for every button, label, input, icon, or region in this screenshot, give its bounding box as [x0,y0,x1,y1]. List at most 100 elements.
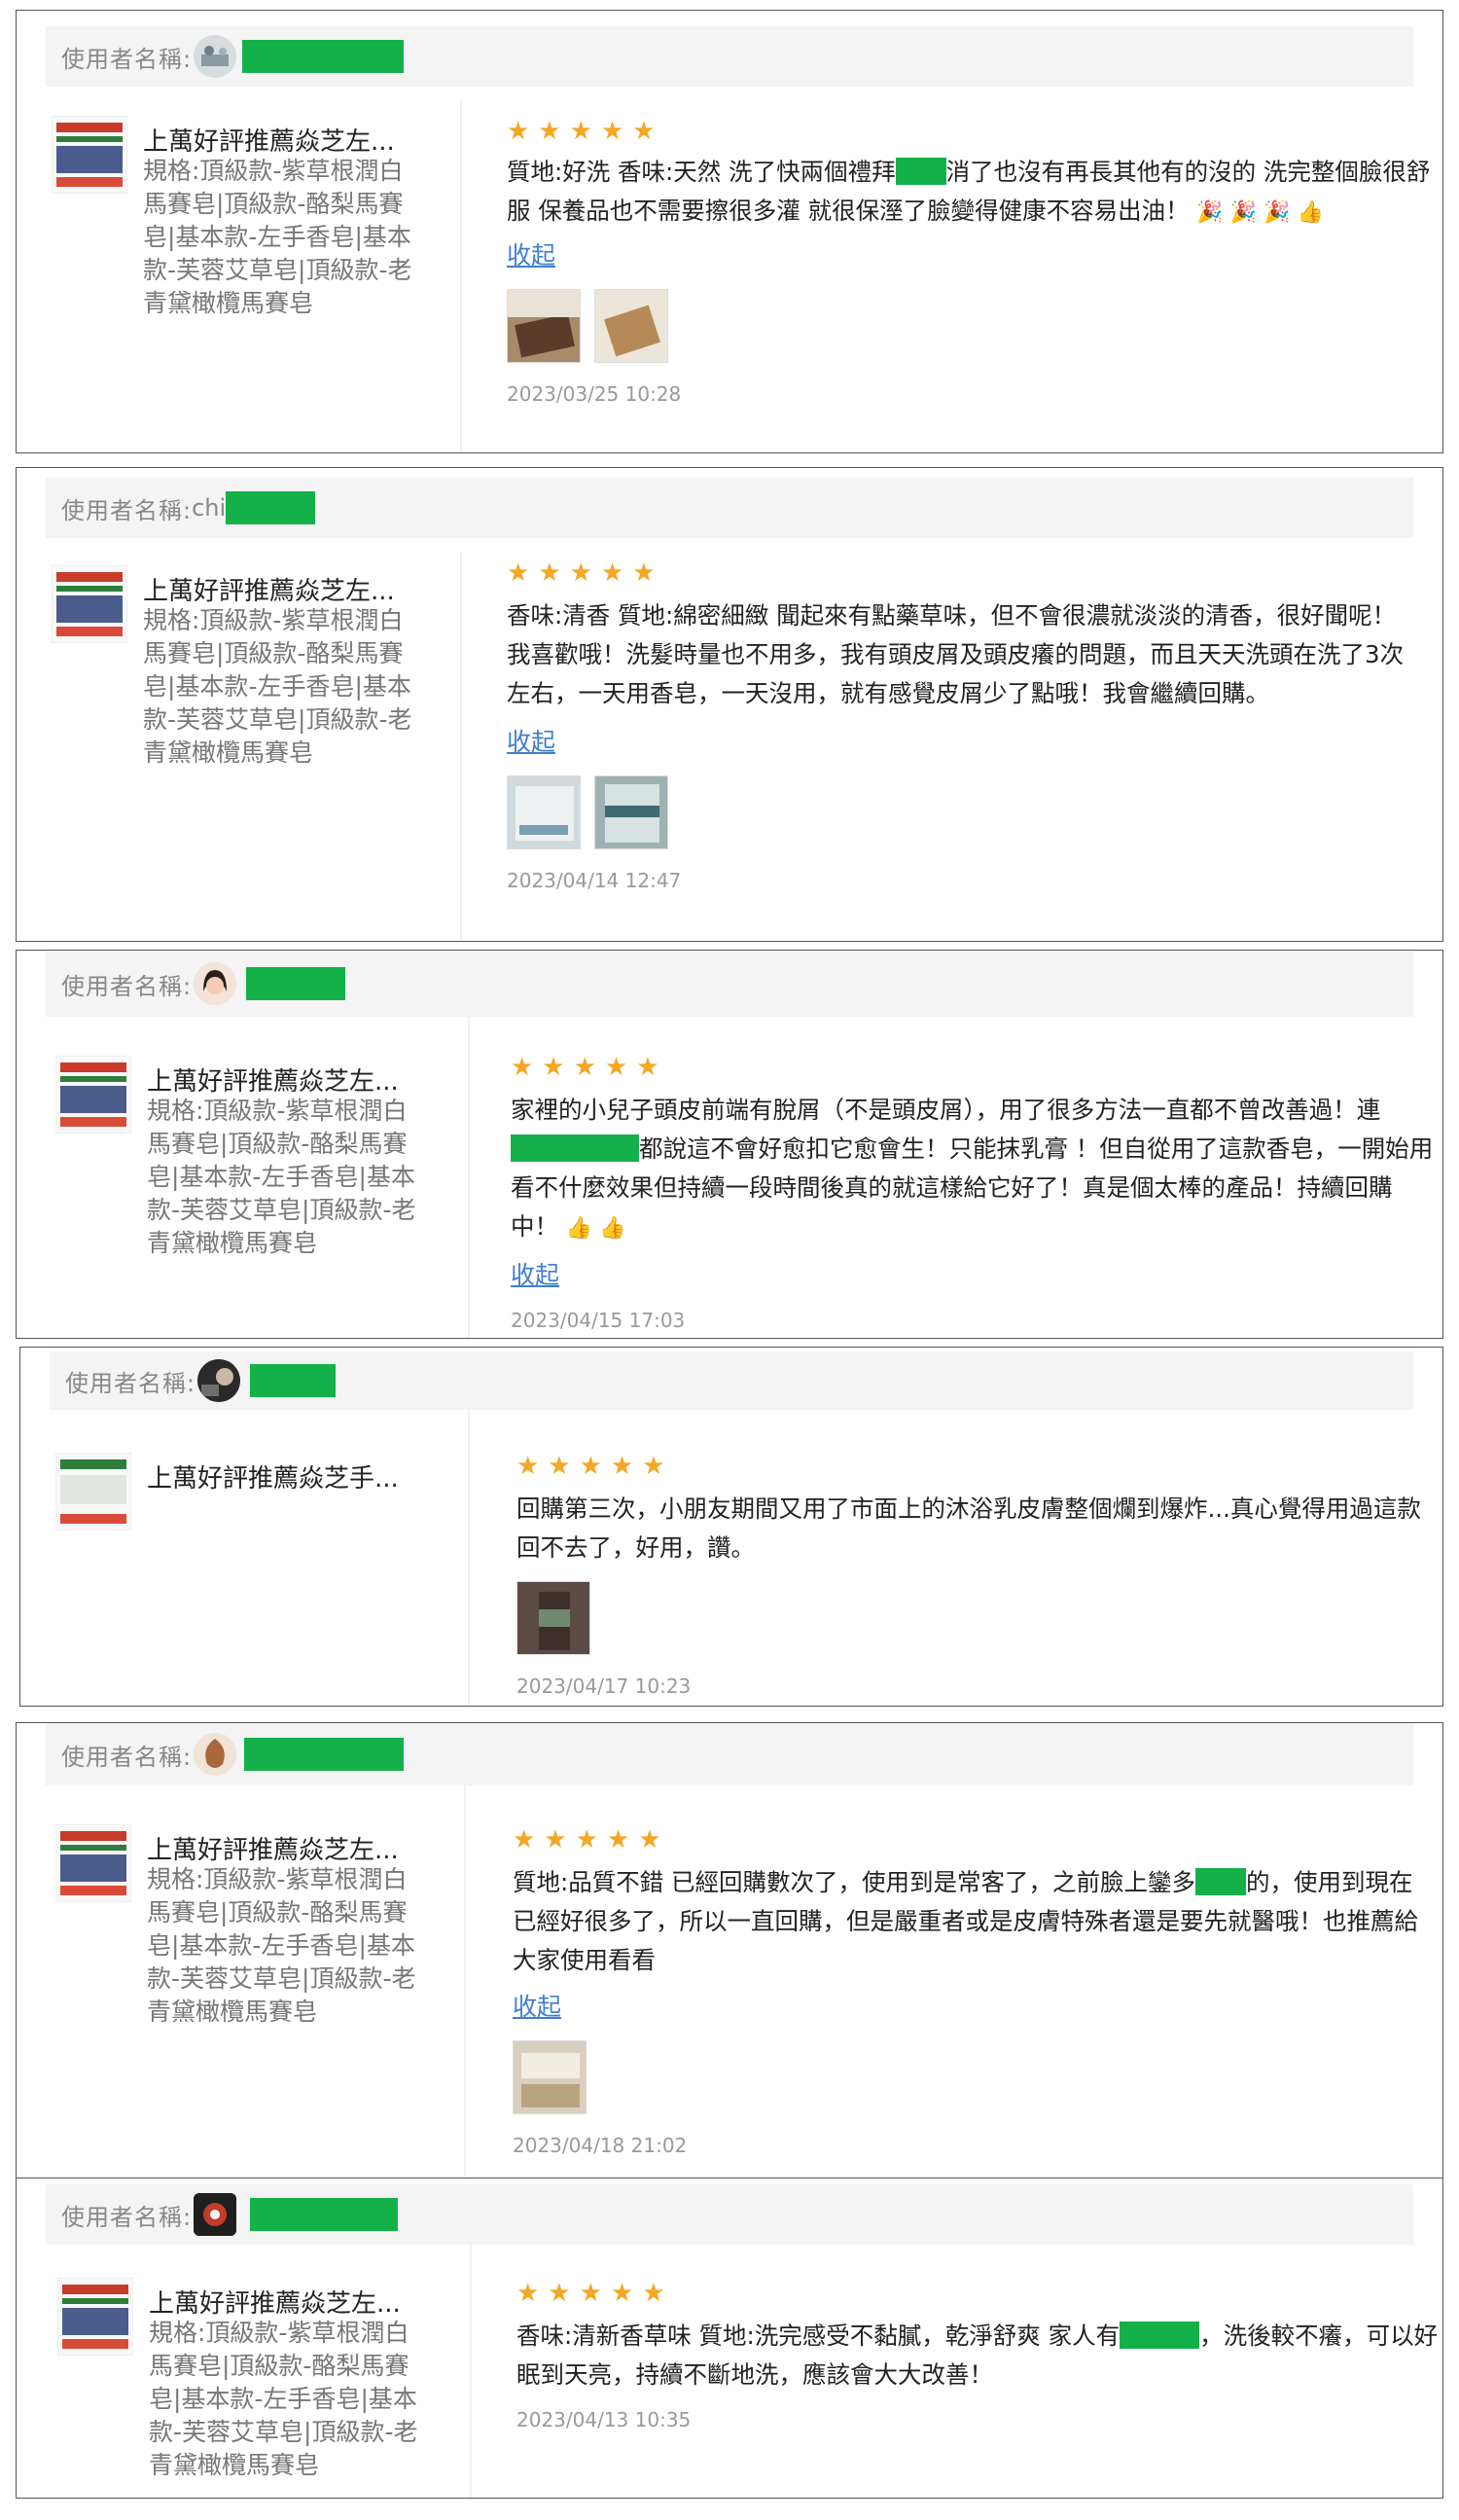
review-header: 使用者名稱: chi [46,478,1413,538]
product-spec: 規格:頂級款-紫草根潤白馬賽皂|頂級款-酪梨馬賽皂|基本款-左手香皂|基本款-芙… [147,1865,416,2026]
avatar[interactable] [194,962,237,1005]
product-spec: 規格:頂級款-紫草根潤白馬賽皂|頂級款-酪梨馬賽皂|基本款-左手香皂|基本款-芙… [143,157,412,317]
review-text-part: 家裡的小兒子頭皮前端有脫屑（不是頭皮屑），用了很多方法一直都不曾改善過！連 [511,1096,1381,1124]
product-thumbnail[interactable] [52,565,127,643]
review-text-part: 質地:品質不錯 已經回購數次了，使用到是常客了，之前臉上鑾多 [513,1868,1196,1896]
review-photos [513,2040,1437,2114]
review-header: 使用者名稱: [46,2184,1413,2245]
review-text: 質地:好洗 香味:天然 洗了快兩個禮拜 消了也沒有再長其他有的沒的 洗完整個臉很舒… [507,153,1441,233]
collapse-link[interactable]: 收起 [513,1988,561,2023]
redacted-text [895,158,946,185]
review-header: 使用者名稱: [50,1351,1413,1410]
review-text-part: 香味:清新香草味 質地:洗完感受不黏膩，乾淨舒爽 家人有 [516,2322,1121,2350]
redacted-username [250,1364,337,1397]
review-date: 2023/04/14 12:47 [507,869,682,892]
redacted-username [244,1738,405,1771]
review-card: 使用者名稱: 上萬好評推薦焱芝左... 規格:頂級款-紫草根潤白馬賽皂|頂級款-… [16,1722,1443,2181]
product-spec: 規格:頂級款-紫草根潤白馬賽皂|頂級款-酪梨馬賽皂|基本款-左手香皂|基本款-芙… [143,606,412,767]
review-text: 香味:清新香草味 質地:洗完感受不黏膩，乾淨舒爽 家人有 ，洗後較不癢，可以好眠到… [516,2317,1441,2394]
review-photo[interactable] [516,1581,590,1655]
username: chi [192,494,227,522]
emoji: 🎉 🎉 🎉 👍 [1196,200,1324,225]
username-label: 使用者名稱: [61,496,193,524]
product-thumbnail[interactable] [55,1824,131,1902]
review-text-part: 質地:好洗 香味:天然 洗了快兩個禮拜 [507,158,896,186]
star-rating: ★★★★★ [516,2279,674,2308]
username-label: 使用者名稱: [61,2203,193,2231]
username-label: 使用者名稱: [65,1369,196,1397]
review-header: 使用者名稱: [46,26,1413,87]
review-photos [507,289,1441,363]
redacted-username [246,967,346,1000]
review-body: ★★★★★ 質地:好洗 香味:天然 洗了快兩個禮拜 消了也沒有再長其他有的沒的 洗… [507,118,1441,406]
redacted-username [226,491,316,524]
review-card: 使用者名稱: 上萬好評推薦焱芝左... 規格:頂級款-紫草根潤白馬賽皂|頂級款-… [16,10,1443,453]
review-text: 質地:品質不錯 已經回購數次了，使用到是常客了，之前臉上鑾多 的，使用到現在已經好… [513,1863,1437,1980]
review-header: 使用者名稱: [46,1723,1413,1785]
product-title[interactable]: 上萬好評推薦焱芝手... [147,1458,409,1494]
product-title[interactable]: 上萬好評推薦焱芝左... [143,122,406,158]
column-divider [468,1408,470,1706]
review-text-part: 都說這不會好愈扣它愈會生！只能抹乳膏 ！但自從用了這款香皂，一開始用看不什麼效果… [511,1134,1434,1241]
review-date: 2023/03/25 10:28 [507,382,682,406]
review-date: 2023/04/15 17:03 [511,1309,686,1332]
star-rating: ★★★★★ [516,1452,674,1481]
review-card: 使用者名稱: chi 上萬好評推薦焱芝左... 規格:頂級款-紫草根潤白馬賽皂|… [16,467,1443,942]
redacted-text [1120,2322,1200,2349]
review-photo[interactable] [507,289,581,363]
star-rating: ★★★★★ [511,1053,668,1082]
review-body: ★★★★★ 香味:清新香草味 質地:洗完感受不黏膩，乾淨舒爽 家人有 ，洗後較不癢… [516,2280,1441,2431]
redacted-username [242,40,405,73]
avatar[interactable] [194,35,237,78]
product-thumbnail[interactable] [52,116,127,194]
review-date: 2023/04/17 10:23 [516,1674,692,1698]
review-photo[interactable] [594,775,668,849]
star-rating: ★★★★★ [507,117,664,146]
review-body: ★★★★★ 香味:清香 質地:綿密細緻 聞起來有點藥草味，但不會很濃就淡淡的清香… [507,559,1411,892]
column-divider [464,1783,466,2180]
review-card: 使用者名稱: 上萬好評推薦焱芝手... ★★★★★ 回購第三次，小朋友期間又用了… [19,1347,1443,1707]
review-body: ★★★★★ 質地:品質不錯 已經回購數次了，使用到是常客了，之前臉上鑾多 的，使用… [513,1826,1437,2157]
product-title[interactable]: 上萬好評推薦焱芝左... [149,2284,411,2320]
product-title[interactable]: 上萬好評推薦焱芝左... [147,1062,409,1098]
redacted-text [511,1134,639,1162]
column-divider [460,552,462,941]
redacted-username [250,2198,399,2231]
username-label: 使用者名稱: [61,972,193,1000]
review-photos [516,1581,1441,1655]
avatar[interactable] [194,2193,237,2236]
product-spec: 規格:頂級款-紫草根潤白馬賽皂|頂級款-酪梨馬賽皂|基本款-左手香皂|基本款-芙… [147,1097,416,1257]
review-photo[interactable] [513,2040,587,2114]
username-label: 使用者名稱: [61,1743,193,1771]
star-rating: ★★★★★ [507,558,664,588]
review-date: 2023/04/13 10:35 [516,2408,692,2431]
review-photo[interactable] [507,775,581,849]
review-photo[interactable] [594,289,668,363]
avatar[interactable] [197,1359,241,1402]
avatar[interactable] [194,1733,237,1776]
column-divider [460,100,462,452]
emoji: 👍 👍 [565,1216,626,1241]
review-text: 家裡的小兒子頭皮前端有脫屑（不是頭皮屑），用了很多方法一直都不曾改善過！連都說這… [511,1091,1435,1248]
product-thumbnail[interactable] [55,1453,131,1530]
review-card: 使用者名稱: 上萬好評推薦焱芝左... 規格:頂級款-紫草根潤白馬賽皂|頂級款-… [16,2178,1443,2499]
review-text: 香味:清香 質地:綿密細緻 聞起來有點藥草味，但不會很濃就淡淡的清香，很好聞呢！… [507,601,1405,707]
product-title[interactable]: 上萬好評推薦焱芝左... [147,1830,409,1866]
review-header: 使用者名稱: [46,951,1413,1017]
collapse-link[interactable]: 收起 [507,236,555,271]
review-photos [507,775,1411,849]
review-text: 回購第三次，小朋友期間又用了市面上的沐浴乳皮膚整個爛到爆炸...真心覺得用過這款… [516,1494,1421,1562]
collapse-link[interactable]: 收起 [507,723,555,758]
username-label: 使用者名稱: [61,45,193,73]
review-body: ★★★★★ 家裡的小兒子頭皮前端有脫屑（不是頭皮屑），用了很多方法一直都不曾改善… [511,1054,1435,1332]
review-body: ★★★★★ 回購第三次，小朋友期間又用了市面上的沐浴乳皮膚整個爛到爆炸...真心… [516,1453,1441,1698]
product-thumbnail[interactable] [55,1056,131,1134]
product-title[interactable]: 上萬好評推薦焱芝左... [143,571,406,607]
column-divider [470,2243,472,2498]
collapse-link[interactable]: 收起 [511,1256,559,1291]
product-thumbnail[interactable] [57,2278,133,2356]
product-spec: 規格:頂級款-紫草根潤白馬賽皂|頂級款-酪梨馬賽皂|基本款-左手香皂|基本款-芙… [149,2319,418,2479]
review-card: 使用者名稱: 上萬好評推薦焱芝左... 規格:頂級款-紫草根潤白馬賽皂|頂級款-… [16,950,1443,1339]
review-date: 2023/04/18 21:02 [513,2134,688,2157]
star-rating: ★★★★★ [513,1825,670,1854]
